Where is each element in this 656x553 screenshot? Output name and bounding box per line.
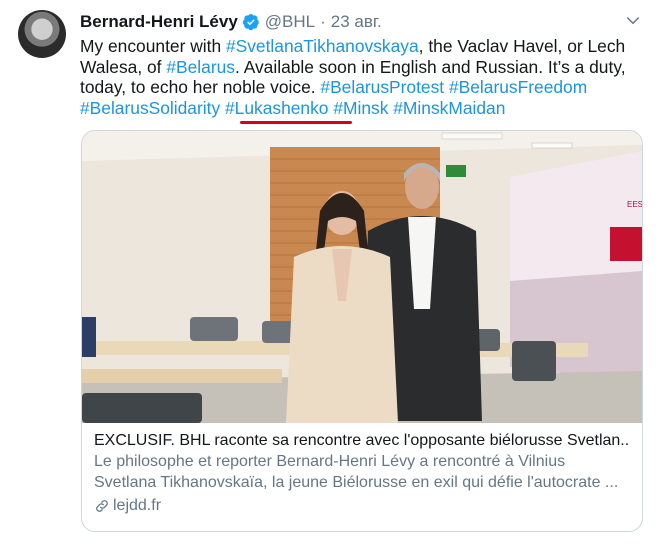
author-avatar[interactable] — [18, 10, 66, 58]
hashtag-link[interactable]: #Lukashenko — [225, 98, 328, 118]
verified-badge-icon — [242, 13, 259, 31]
card-description: Le philosophe et reporter Bernard-Henri … — [94, 453, 619, 491]
hashtag-link[interactable]: #BelarusProtest — [320, 77, 444, 97]
hashtag-link[interactable]: #MinskMaidan — [393, 98, 505, 118]
annotation-underline — [240, 121, 352, 124]
hashtag-link[interactable]: #BelarusFreedom — [449, 77, 587, 97]
hashtag-link[interactable]: #Belarus — [166, 57, 235, 77]
hashtag-link[interactable]: #BelarusSolidarity — [80, 98, 220, 118]
card-text: EXCLUSIF. BHL raconte sa rencontre avec … — [94, 430, 630, 516]
tweet-text-segment: My encounter with — [80, 36, 226, 56]
tweet-text: My encounter with #SvetlanaTikhanovskaya… — [80, 36, 645, 118]
author-handle[interactable]: @BHL — [265, 12, 315, 32]
tweet-date[interactable]: 23 авг. — [331, 12, 382, 32]
link-icon — [96, 499, 108, 512]
author-name[interactable]: Bernard-Henri Lévy — [80, 12, 238, 32]
card-domain: lejdd.fr — [94, 495, 630, 516]
chevron-down-icon[interactable] — [624, 12, 642, 30]
link-preview-card[interactable]: EESC EXCLUSIF. BH — [81, 130, 643, 532]
separator-dot: · — [320, 12, 326, 31]
banner-sign-text: EESC — [627, 200, 642, 209]
card-title[interactable]: EXCLUSIF. BHL raconte sa rencontre avec … — [94, 430, 630, 451]
tweet-header: Bernard-Henri Lévy @BHL · 23 авг. — [80, 10, 382, 34]
hashtag-link[interactable]: #SvetlanaTikhanovskaya — [226, 36, 419, 56]
hashtag-link[interactable]: #Minsk — [333, 98, 388, 118]
card-domain-text[interactable]: lejdd.fr — [113, 495, 161, 516]
card-photo[interactable]: EESC — [82, 131, 642, 423]
